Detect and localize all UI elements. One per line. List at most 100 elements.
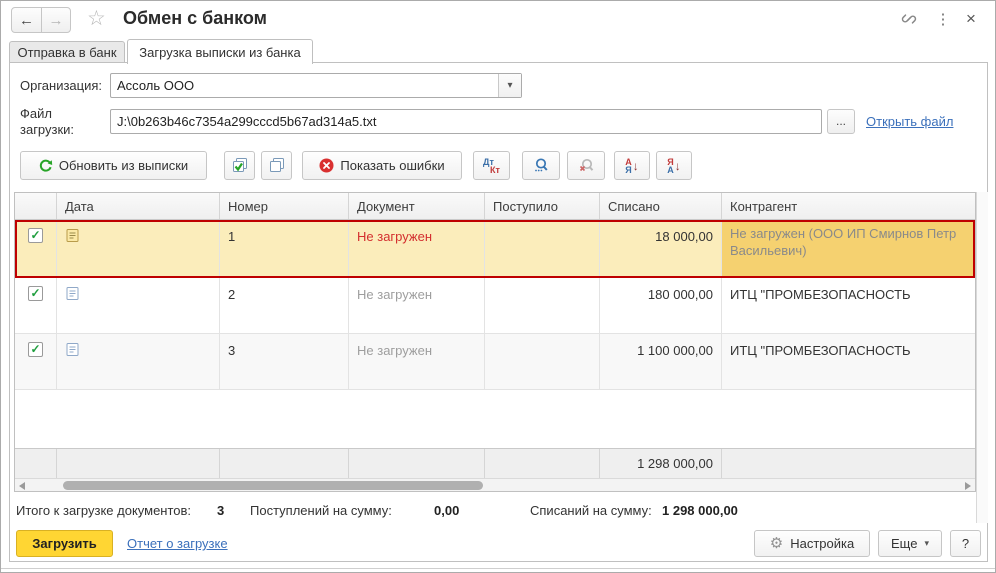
more-button[interactable]: Еще ▾: [878, 530, 942, 557]
open-file-link[interactable]: Открыть файл: [866, 114, 953, 129]
cell-number: 2: [220, 278, 349, 333]
load-button[interactable]: Загрузить: [16, 530, 113, 557]
kt-label: Кт: [483, 166, 500, 174]
bank-exchange-window: ← → ☆ Обмен с банком ⋮ × Отправка в банк…: [0, 0, 996, 573]
cell-written-off: 180 000,00: [600, 278, 722, 333]
close-button[interactable]: ×: [961, 10, 981, 28]
total-empty: [722, 449, 975, 478]
close-icon: ×: [966, 9, 976, 29]
show-errors-label: Показать ошибки: [340, 158, 444, 173]
summary-total-label: Итого к загрузке документов:: [16, 503, 191, 518]
header-written-off[interactable]: Списано: [600, 193, 722, 219]
kebab-icon: ⋮: [936, 10, 951, 28]
sort-bottom-letter: А: [667, 166, 674, 174]
uncheck-all-button[interactable]: [261, 151, 292, 180]
search-button[interactable]: [522, 151, 560, 180]
help-label: ?: [962, 536, 969, 551]
sort-asc-icon: А Я ↓: [625, 158, 639, 174]
row-checkbox[interactable]: ✓: [28, 286, 43, 301]
totals-row: 1 298 000,00: [15, 448, 975, 478]
show-postings-button[interactable]: Дт Кт: [473, 151, 510, 180]
refresh-from-statement-button[interactable]: Обновить из выписки: [20, 151, 207, 180]
table-header-row: Дата Номер Документ Поступило Списано Ко…: [15, 193, 975, 220]
cancel-search-button[interactable]: [567, 151, 605, 180]
cell-document: Не загружен: [349, 220, 485, 277]
total-empty: [349, 449, 485, 478]
browse-file-button[interactable]: ...: [827, 109, 855, 134]
vertical-scrollbar[interactable]: [976, 192, 988, 523]
row-check-cell: ✓: [15, 334, 57, 389]
cell-received: [485, 278, 600, 333]
back-button[interactable]: ←: [12, 8, 41, 32]
more-label: Еще: [891, 536, 917, 551]
cell-date: [57, 334, 220, 389]
uncheck-all-icon: [268, 157, 286, 174]
refresh-icon: [39, 159, 53, 173]
check-all-icon: [231, 157, 249, 174]
cell-written-off: 1 100 000,00: [600, 334, 722, 389]
table-row[interactable]: ✓ 1 Не загружен 18 000,00: [15, 220, 975, 278]
row-checkbox[interactable]: ✓: [28, 228, 43, 243]
horizontal-scrollbar[interactable]: [15, 478, 975, 491]
header-checkbox-column: [15, 193, 57, 219]
total-empty: [57, 449, 220, 478]
sort-ascending-button[interactable]: А Я ↓: [614, 151, 650, 180]
scroll-right-arrow[interactable]: [965, 482, 971, 490]
settings-label: Настройка: [790, 536, 854, 551]
summary-bar: Итого к загрузке документов: 3 Поступлен…: [10, 501, 987, 521]
cell-contragent: Не загружен (ООО ИП Смирнов Петр Василье…: [722, 220, 975, 277]
cell-date: [57, 278, 220, 333]
cell-number: 3: [220, 334, 349, 389]
gear-icon: ⚙: [770, 537, 783, 551]
check-icon: ✓: [30, 228, 40, 242]
table-row[interactable]: ✓ 2 Не загружен 180 000,00: [15, 278, 975, 334]
check-all-button[interactable]: [224, 151, 255, 180]
total-written-off: 1 298 000,00: [600, 449, 722, 478]
table-empty-area: [15, 390, 975, 448]
header-received[interactable]: Поступило: [485, 193, 600, 219]
forward-button[interactable]: →: [41, 8, 70, 32]
horizontal-scrollbar-thumb[interactable]: [63, 481, 483, 490]
sort-descending-button[interactable]: Я А ↓: [656, 151, 692, 180]
chevron-down-icon: ▾: [924, 538, 929, 549]
row-checkbox[interactable]: ✓: [28, 342, 43, 357]
summary-total-value: 3: [217, 503, 224, 518]
cell-contragent: ИТЦ "ПРОМБЕЗОПАСНОСТЬ: [722, 278, 975, 333]
tab-send-to-bank[interactable]: Отправка в банк: [9, 41, 125, 63]
help-button[interactable]: ?: [950, 530, 981, 557]
settings-button[interactable]: ⚙ Настройка: [754, 530, 870, 557]
load-report-link[interactable]: Отчет о загрузке: [127, 536, 228, 551]
page-title: Обмен с банком: [123, 8, 267, 29]
arrow-down-icon: ↓: [675, 159, 681, 173]
error-icon: [319, 158, 334, 173]
organization-combobox: ▾: [110, 73, 522, 98]
statement-panel: Организация: ▾ Файл загрузки: ... Открыт…: [9, 62, 988, 562]
header-number[interactable]: Номер: [220, 193, 349, 219]
table-row[interactable]: ✓ 3 Не загружен 1 100 000,00: [15, 334, 975, 390]
load-button-label: Загрузить: [32, 536, 96, 551]
organization-dropdown-button[interactable]: ▾: [498, 74, 521, 97]
total-empty: [485, 449, 600, 478]
link-icon: [901, 11, 917, 27]
organization-input[interactable]: [111, 74, 498, 97]
window-header: ← → ☆ Обмен с банком ⋮ ×: [1, 1, 995, 37]
show-errors-button[interactable]: Показать ошибки: [302, 151, 462, 180]
row-check-cell: ✓: [15, 220, 57, 277]
header-date[interactable]: Дата: [57, 193, 220, 219]
scroll-left-arrow[interactable]: [19, 482, 25, 490]
favorite-star-icon[interactable]: ☆: [87, 7, 106, 31]
tab-load-statement[interactable]: Загрузка выписки из банка: [127, 39, 313, 64]
more-menu-button[interactable]: ⋮: [933, 10, 953, 28]
header-contragent[interactable]: Контрагент: [722, 193, 975, 219]
tab-label: Загрузка выписки из банка: [139, 45, 300, 60]
documents-table: Дата Номер Документ Поступило Списано Ко…: [14, 192, 976, 492]
file-path-input[interactable]: [110, 109, 822, 134]
forward-icon: →: [49, 12, 64, 29]
cell-contragent: ИТЦ "ПРОМБЕЗОПАСНОСТЬ: [722, 334, 975, 389]
total-empty: [15, 449, 57, 478]
header-document[interactable]: Документ: [349, 193, 485, 219]
summary-received-label: Поступлений на сумму:: [250, 503, 392, 518]
sort-desc-icon: Я А ↓: [667, 158, 681, 174]
chevron-down-icon: ▾: [507, 80, 512, 91]
get-link-button[interactable]: [899, 10, 919, 28]
